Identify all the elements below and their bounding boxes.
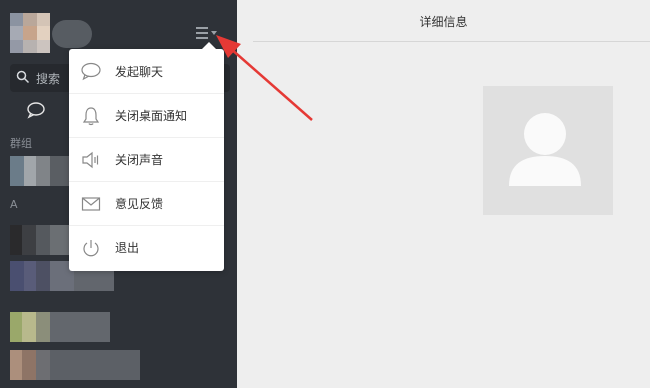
envelope-icon (81, 196, 101, 211)
bell-icon (82, 106, 100, 125)
search-icon (16, 70, 30, 84)
menu-item-feedback[interactable]: 意见反馈 (69, 181, 224, 225)
chat-bubble-icon (81, 62, 101, 81)
menu-item-label: 退出 (115, 241, 140, 255)
page-title: 详细信息 (419, 15, 468, 29)
contact-row[interactable] (10, 156, 70, 186)
power-icon (83, 239, 99, 256)
caret-down-icon (211, 31, 217, 35)
chat-tab-icon[interactable] (26, 101, 46, 119)
default-avatar-icon (483, 86, 613, 215)
contact-row[interactable] (10, 350, 140, 380)
menu-button[interactable] (196, 27, 218, 39)
menu-item-logout[interactable]: 退出 (69, 225, 224, 269)
menu-item-sound[interactable]: 关闭声音 (69, 137, 224, 181)
speaker-icon (82, 151, 99, 168)
menu-item-label: 意见反馈 (115, 197, 164, 211)
menu-item-start-chat[interactable]: 发起聊天 (69, 49, 224, 93)
section-label-groups: 群组 (10, 137, 32, 150)
section-label-a: A (10, 198, 18, 211)
detail-panel: 详细信息 (237, 0, 650, 388)
search-placeholder: 搜索 (36, 72, 61, 86)
user-avatar[interactable] (10, 13, 50, 53)
title-divider (253, 41, 650, 42)
menu-item-label: 关闭声音 (115, 153, 164, 167)
user-nickname-blurred (52, 20, 92, 48)
menu-icon (196, 27, 208, 29)
contact-row[interactable] (10, 225, 70, 255)
menu-item-label: 关闭桌面通知 (115, 109, 188, 123)
menu-item-desktop-notify[interactable]: 关闭桌面通知 (69, 93, 224, 137)
contact-row[interactable] (10, 312, 110, 342)
menu-item-label: 发起聊天 (115, 64, 164, 79)
main-menu-dropdown: 发起聊天 关闭桌面通知 关闭声音 意见反馈 退出 (69, 42, 224, 271)
